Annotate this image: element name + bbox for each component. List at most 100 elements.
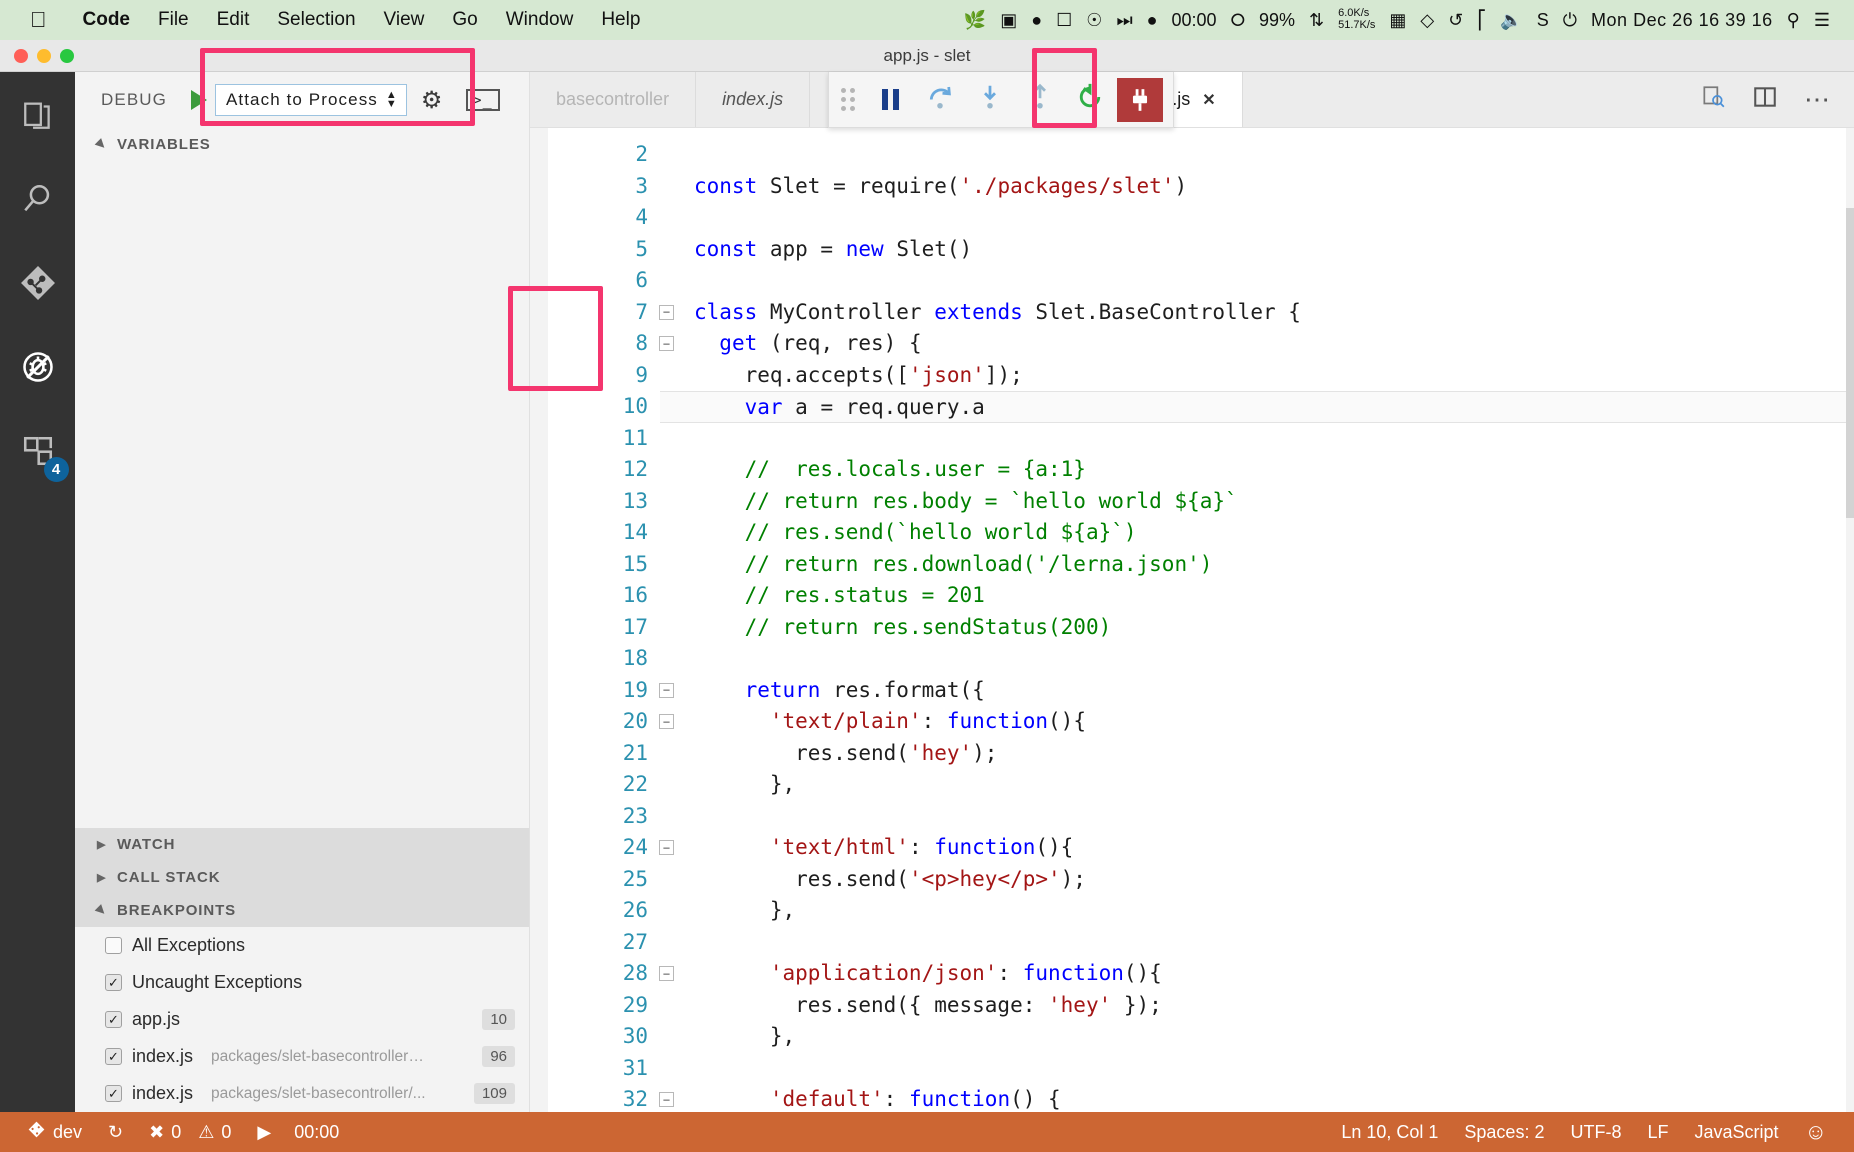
line-number[interactable]: 29	[548, 990, 648, 1022]
code-line[interactable]	[694, 139, 1854, 171]
line-number[interactable]: 7−	[548, 297, 674, 329]
list-item[interactable]: ✓ app.js 10	[75, 1001, 529, 1038]
line-number[interactable]: 27	[548, 927, 648, 959]
breakpoint-checkbox[interactable]	[105, 937, 122, 954]
activity-item-source-control[interactable]	[15, 262, 61, 308]
debug-console-icon[interactable]: >_	[465, 89, 500, 111]
line-number[interactable]: 17	[548, 612, 648, 644]
line-number[interactable]: 13	[548, 486, 648, 518]
split-preview-icon[interactable]	[1700, 84, 1726, 116]
line-number[interactable]: 3	[548, 171, 648, 203]
code-line[interactable]: const Slet = require('./packages/slet')	[694, 171, 1854, 203]
menu-item-code[interactable]: Code	[69, 9, 145, 31]
restart-button[interactable]	[1065, 72, 1115, 128]
breakpoint-checkbox[interactable]: ✓	[105, 1085, 122, 1102]
code-line[interactable]: return res.format({	[694, 675, 1854, 707]
code-line[interactable]: res.send('hey');	[694, 738, 1854, 770]
step-out-button[interactable]	[1015, 72, 1065, 128]
fold-toggle-icon[interactable]: −	[659, 336, 674, 351]
line-number[interactable]: 31	[548, 1053, 648, 1085]
line-number[interactable]: 11	[548, 423, 648, 455]
fast-forward-icon[interactable]: ⏭	[1116, 10, 1132, 31]
code-line[interactable]: },	[694, 1021, 1854, 1053]
activity-item-explorer[interactable]	[15, 94, 61, 140]
evernote-icon[interactable]: 🌿	[964, 10, 986, 31]
tab-index-js[interactable]: index.js	[696, 72, 811, 127]
fold-toggle-icon[interactable]: −	[659, 304, 674, 320]
code-line[interactable]: },	[694, 895, 1854, 927]
line-number[interactable]: 22	[548, 769, 648, 801]
pause-button[interactable]	[865, 72, 915, 128]
menu-item-view[interactable]: View	[370, 9, 439, 31]
code-content[interactable]: const Slet = require('./packages/slet') …	[660, 128, 1854, 1112]
breakpoint-checkbox[interactable]: ✓	[105, 974, 122, 991]
code-editor[interactable]: 2 3 4 5 6 7−8−9 10 11 12 13 14 15 16 17 18 19−20−21 22 23…	[530, 128, 1854, 1112]
status-encoding[interactable]: UTF-8	[1557, 1122, 1634, 1143]
bluetooth-icon[interactable]: ⎡	[1477, 10, 1486, 31]
code-line[interactable]: // res.send(`hello world ${a}`)	[694, 517, 1854, 549]
memory-icon[interactable]: ▦	[1389, 10, 1406, 31]
drag-handle[interactable]	[841, 88, 855, 111]
editor-scrollbar[interactable]	[1846, 128, 1854, 1112]
split-editor-icon[interactable]	[1752, 84, 1778, 116]
code-line[interactable]: req.accepts(['json']);	[694, 360, 1854, 392]
line-number[interactable]: 10	[548, 391, 648, 423]
close-icon[interactable]: ✕	[1202, 90, 1215, 110]
code-line[interactable]	[694, 927, 1854, 959]
code-line[interactable]: const app = new Slet()	[694, 234, 1854, 266]
camera-icon[interactable]: ☐	[1056, 10, 1072, 31]
fold-toggle-icon[interactable]: −	[659, 840, 674, 855]
code-line[interactable]: get (req, res) {	[694, 328, 1854, 360]
section-call-stack[interactable]: ▶ CALL STACK	[75, 861, 529, 894]
line-number[interactable]: 20−	[548, 706, 674, 738]
coffee-icon[interactable]: ●	[1031, 10, 1042, 31]
code-line[interactable]	[694, 265, 1854, 297]
line-number[interactable]: 32−	[548, 1084, 674, 1112]
line-number-gutter[interactable]: 2 3 4 5 6 7−8−9 10 11 12 13 14 15 16 17 18 19−20−21 22 23…	[548, 128, 674, 1112]
screenshot-icon[interactable]: ▣	[1000, 10, 1017, 31]
menu-item-window[interactable]: Window	[492, 9, 588, 31]
section-breakpoints[interactable]: ▶ BREAKPOINTS	[75, 894, 529, 927]
step-over-button[interactable]	[915, 72, 965, 128]
list-item[interactable]: All Exceptions	[75, 927, 529, 964]
status-sync[interactable]: ↻	[95, 1122, 136, 1143]
clock-app-icon[interactable]: ☉	[1086, 10, 1102, 31]
spotlight-search-icon[interactable]: ⚲	[1787, 10, 1800, 31]
status-language-mode[interactable]: JavaScript	[1681, 1122, 1791, 1143]
code-line[interactable]: // res.status = 201	[694, 580, 1854, 612]
status-eol[interactable]: LF	[1634, 1122, 1681, 1143]
activity-item-debug[interactable]	[15, 346, 61, 392]
code-line[interactable]	[694, 423, 1854, 455]
line-number[interactable]: 2	[548, 139, 648, 171]
status-errors[interactable]: ✖ 0 ⚠ 0	[136, 1122, 244, 1143]
fold-toggle-icon[interactable]: −	[659, 1092, 674, 1107]
code-line[interactable]: res.send({ message: 'hey' });	[694, 990, 1854, 1022]
line-number[interactable]: 26	[548, 895, 648, 927]
disconnect-button[interactable]	[1115, 72, 1165, 128]
breakpoint-checkbox[interactable]: ✓	[105, 1011, 122, 1028]
code-line[interactable]: // return res.body = `hello world ${a}`	[694, 486, 1854, 518]
apple-logo-icon[interactable]: 	[30, 9, 47, 31]
battery-charging-icon[interactable]: ⏻	[1563, 10, 1577, 31]
shortcuts-icon[interactable]: S	[1537, 10, 1549, 31]
code-line[interactable]: 'default': function() {	[694, 1084, 1854, 1112]
menu-item-file[interactable]: File	[144, 9, 203, 31]
activity-item-search[interactable]	[15, 178, 61, 224]
code-line[interactable]: },	[694, 769, 1854, 801]
code-line[interactable]: var a = req.query.a	[660, 391, 1854, 423]
code-line[interactable]: 'text/plain': function(){	[694, 706, 1854, 738]
notification-center-icon[interactable]: ☰	[1814, 10, 1830, 31]
more-actions-icon[interactable]: ⋯	[1804, 84, 1832, 115]
section-watch[interactable]: ▶ WATCH	[75, 828, 529, 861]
code-line[interactable]	[694, 801, 1854, 833]
fold-toggle-icon[interactable]: −	[659, 966, 674, 981]
line-number[interactable]: 30	[548, 1021, 648, 1053]
code-line[interactable]: // return res.sendStatus(200)	[694, 612, 1854, 644]
gear-icon[interactable]: ⚙	[421, 86, 444, 115]
fold-toggle-icon[interactable]: −	[659, 682, 674, 698]
menu-item-go[interactable]: Go	[438, 9, 491, 31]
list-item[interactable]: ✓ index.js packages/slet-basecontroller/…	[75, 1038, 529, 1075]
line-number[interactable]: 8−	[548, 328, 674, 360]
line-number[interactable]: 6	[548, 265, 648, 297]
code-line[interactable]: 'application/json': function(){	[694, 958, 1854, 990]
